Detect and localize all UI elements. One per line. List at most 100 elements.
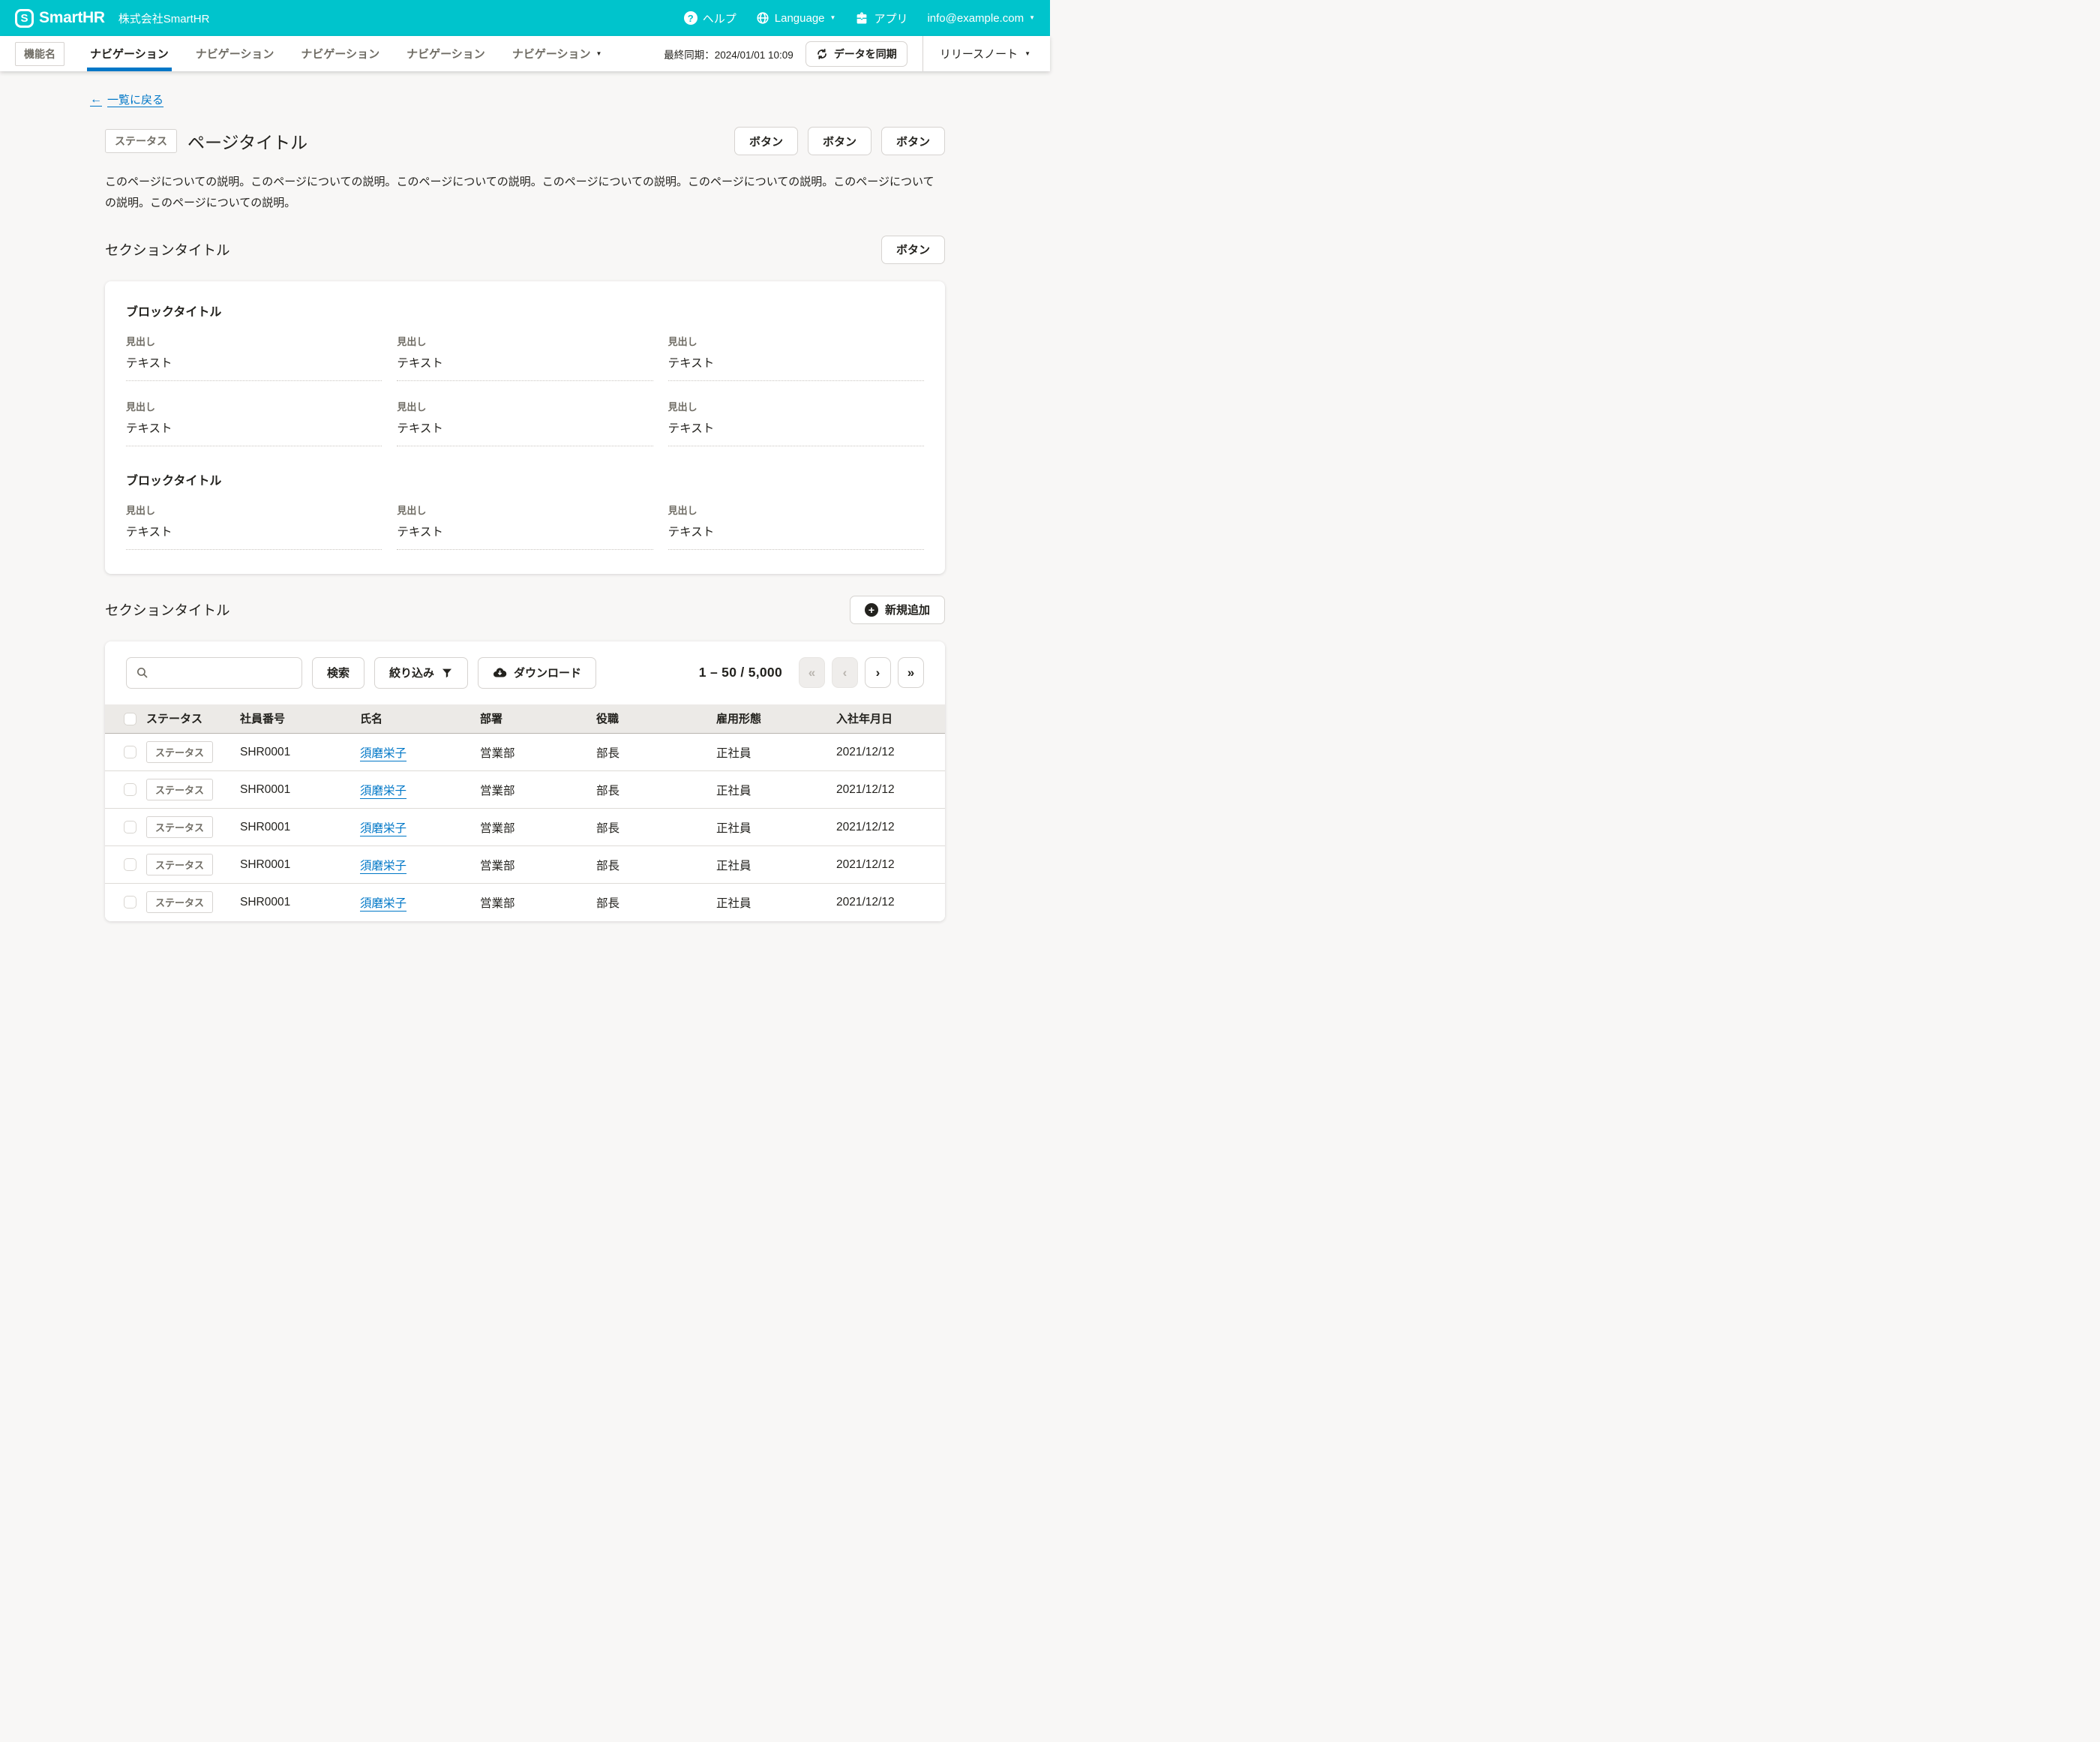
row-checkbox[interactable] <box>124 746 136 758</box>
last-sync-label: 最終同期：2024/01/01 10:09 <box>664 47 794 62</box>
fields-grid: 見出し テキスト 見出し テキスト 見出し テキスト 見出し テキスト 見出し <box>126 334 924 446</box>
chevron-down-icon: ▼ <box>830 15 836 21</box>
list-card: 検索 絞り込み ダウンロード 1 – 50 / 5,000 « <box>105 641 945 921</box>
sync-button-label: データを同期 <box>834 47 897 62</box>
back-link-label: 一覧に戻る <box>107 92 164 107</box>
field-label: 見出し <box>397 503 652 517</box>
position-cell: 部長 <box>596 846 716 884</box>
department-cell: 営業部 <box>480 734 596 771</box>
back-to-list-link[interactable]: ← 一覧に戻る <box>90 92 164 107</box>
employee-table: ステータス 社員番号 氏名 部署 役職 雇用形態 入社年月日 ステータス SHR… <box>105 704 945 921</box>
apps-menu[interactable]: アプリ <box>855 11 908 26</box>
table-row: ステータス SHR0001 須磨栄子 営業部 部長 正社員 2021/12/12 <box>105 734 945 771</box>
filter-button[interactable]: 絞り込み <box>374 657 468 689</box>
next-page-button[interactable]: › <box>865 657 891 688</box>
status-badge: ステータス <box>146 891 213 913</box>
filter-label: 絞り込み <box>389 665 434 680</box>
page-action-button-1[interactable]: ボタン <box>734 127 798 155</box>
field-value: テキスト <box>397 419 652 446</box>
column-header-department: 部署 <box>480 704 596 734</box>
nav-right: 最終同期：2024/01/01 10:09 データを同期 リリースノート ▼ <box>664 36 1035 71</box>
nav-item-2[interactable]: ナビゲーション <box>193 36 278 71</box>
column-header-employee-id: 社員番号 <box>240 704 360 734</box>
list-section-header: セクションタイトル + 新規追加 <box>105 596 945 624</box>
field: 見出し テキスト <box>668 399 924 446</box>
field: 見出し テキスト <box>397 399 652 446</box>
briefcase-icon <box>855 11 868 25</box>
fields-grid: 見出し テキスト 見出し テキスト 見出し テキスト <box>126 503 924 550</box>
employment-cell: 正社員 <box>716 809 836 846</box>
account-menu[interactable]: info@example.com ▼ <box>927 12 1035 25</box>
download-button[interactable]: ダウンロード <box>478 657 596 689</box>
help-link[interactable]: ? ヘルプ <box>684 11 736 26</box>
help-label: ヘルプ <box>703 11 736 26</box>
row-checkbox[interactable] <box>124 858 136 871</box>
field-value: テキスト <box>668 354 924 381</box>
smarthr-logo-icon: S <box>15 9 34 28</box>
employee-name-link[interactable]: 須磨栄子 <box>360 822 406 835</box>
table-row: ステータス SHR0001 須磨栄子 営業部 部長 正社員 2021/12/12 <box>105 809 945 846</box>
employee-name-link[interactable]: 須磨栄子 <box>360 747 406 760</box>
hire-date-cell: 2021/12/12 <box>836 846 945 884</box>
field: 見出し テキスト <box>397 334 652 381</box>
prev-page-button[interactable]: ‹ <box>832 657 858 688</box>
page-header-buttons: ボタン ボタン ボタン <box>734 127 945 155</box>
company-name: 株式会社SmartHR <box>118 11 210 26</box>
hire-date-cell: 2021/12/12 <box>836 809 945 846</box>
position-cell: 部長 <box>596 884 716 921</box>
add-new-button[interactable]: + 新規追加 <box>850 596 945 624</box>
chevron-right-icon: › <box>876 665 880 680</box>
nav-item-1[interactable]: ナビゲーション <box>87 36 172 71</box>
employee-name-link[interactable]: 須磨栄子 <box>360 785 406 797</box>
employee-name-link[interactable]: 須磨栄子 <box>360 860 406 873</box>
plus-circle-icon: + <box>865 603 878 617</box>
field: 見出し テキスト <box>397 503 652 550</box>
language-menu[interactable]: Language ▼ <box>756 11 836 25</box>
page-description: このページについての説明。このページについての説明。このページについての説明。こ… <box>105 172 945 214</box>
page-title: ページタイトル <box>188 128 308 154</box>
select-all-checkbox[interactable] <box>124 713 136 725</box>
sync-data-button[interactable]: データを同期 <box>806 41 908 67</box>
double-chevron-right-icon: » <box>908 665 914 680</box>
first-page-button[interactable]: « <box>799 657 825 688</box>
row-checkbox[interactable] <box>124 896 136 909</box>
field: 見出し テキスト <box>126 399 382 446</box>
field-value: テキスト <box>397 523 652 550</box>
row-checkbox[interactable] <box>124 783 136 796</box>
app-navigation: 機能名 ナビゲーション ナビゲーション ナビゲーション ナビゲーション ナビゲー… <box>0 36 1050 71</box>
funnel-icon <box>441 667 453 679</box>
nav-item-4[interactable]: ナビゲーション <box>404 36 488 71</box>
smarthr-logo[interactable]: S SmartHR <box>15 9 105 28</box>
page-action-button-2[interactable]: ボタン <box>808 127 872 155</box>
page-action-button-3[interactable]: ボタン <box>881 127 945 155</box>
hire-date-cell: 2021/12/12 <box>836 884 945 921</box>
cloud-download-icon <box>493 665 507 680</box>
release-notes-menu[interactable]: リリースノート ▼ <box>935 46 1035 62</box>
nav-item-3[interactable]: ナビゲーション <box>298 36 382 71</box>
table-toolbar: 検索 絞り込み ダウンロード 1 – 50 / 5,000 « <box>105 641 945 704</box>
last-page-button[interactable]: » <box>898 657 924 688</box>
employment-cell: 正社員 <box>716 771 836 809</box>
search-input[interactable] <box>154 666 292 679</box>
field-label: 見出し <box>126 334 382 348</box>
nav-item-label: ナビゲーション <box>90 46 169 62</box>
department-cell: 営業部 <box>480 809 596 846</box>
nav-item-label: ナビゲーション <box>512 46 591 62</box>
search-button[interactable]: 検索 <box>312 657 364 689</box>
field-value: テキスト <box>126 419 382 446</box>
info-section-button[interactable]: ボタン <box>881 236 945 264</box>
refresh-icon <box>816 48 828 60</box>
info-block-1: ブロックタイトル 見出し テキスト 見出し テキスト 見出し テキスト 見出し … <box>126 302 924 446</box>
field-label: 見出し <box>126 503 382 517</box>
column-header-hire-date: 入社年月日 <box>836 704 945 734</box>
field-value: テキスト <box>668 419 924 446</box>
search-icon <box>136 666 148 679</box>
column-header-position: 役職 <box>596 704 716 734</box>
field-value: テキスト <box>126 354 382 381</box>
nav-item-5-dropdown[interactable]: ナビゲーション ▼ <box>509 36 605 71</box>
status-badge: ステータス <box>146 741 213 763</box>
table-row: ステータス SHR0001 須磨栄子 営業部 部長 正社員 2021/12/12 <box>105 884 945 921</box>
row-checkbox[interactable] <box>124 821 136 833</box>
employment-cell: 正社員 <box>716 734 836 771</box>
employee-name-link[interactable]: 須磨栄子 <box>360 897 406 910</box>
